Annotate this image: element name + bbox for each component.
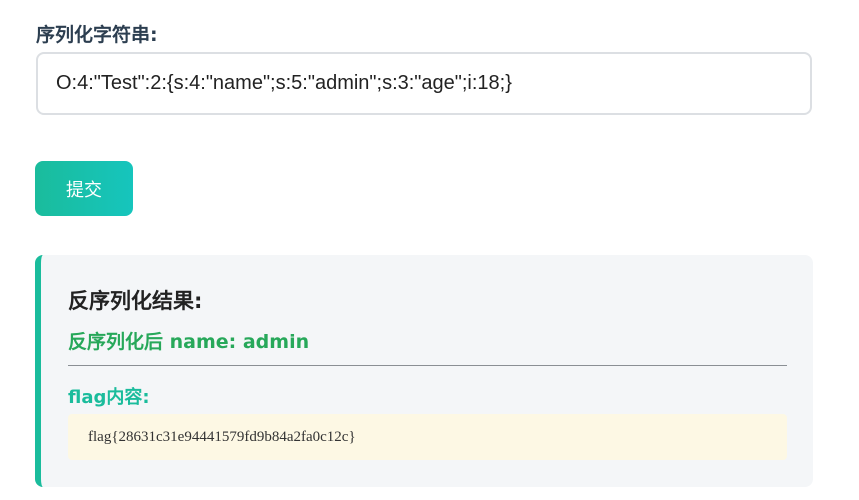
flag-value: flag{28631c31e94441579fd9b84a2fa0c12c} — [88, 428, 356, 445]
deserialized-result-text: 反序列化后 name: admin — [68, 331, 310, 353]
result-panel: 反序列化结果: 反序列化后 name: admin flag内容: flag{2… — [35, 255, 813, 487]
flag-label: flag内容: — [68, 387, 150, 408]
serialized-string-input[interactable] — [36, 52, 812, 115]
divider — [68, 365, 787, 366]
result-title: 反序列化结果: — [68, 289, 203, 313]
submit-button[interactable]: 提交 — [35, 161, 133, 216]
serialized-string-label: 序列化字符串: — [36, 24, 158, 46]
flag-content-box: flag{28631c31e94441579fd9b84a2fa0c12c} — [68, 414, 787, 460]
